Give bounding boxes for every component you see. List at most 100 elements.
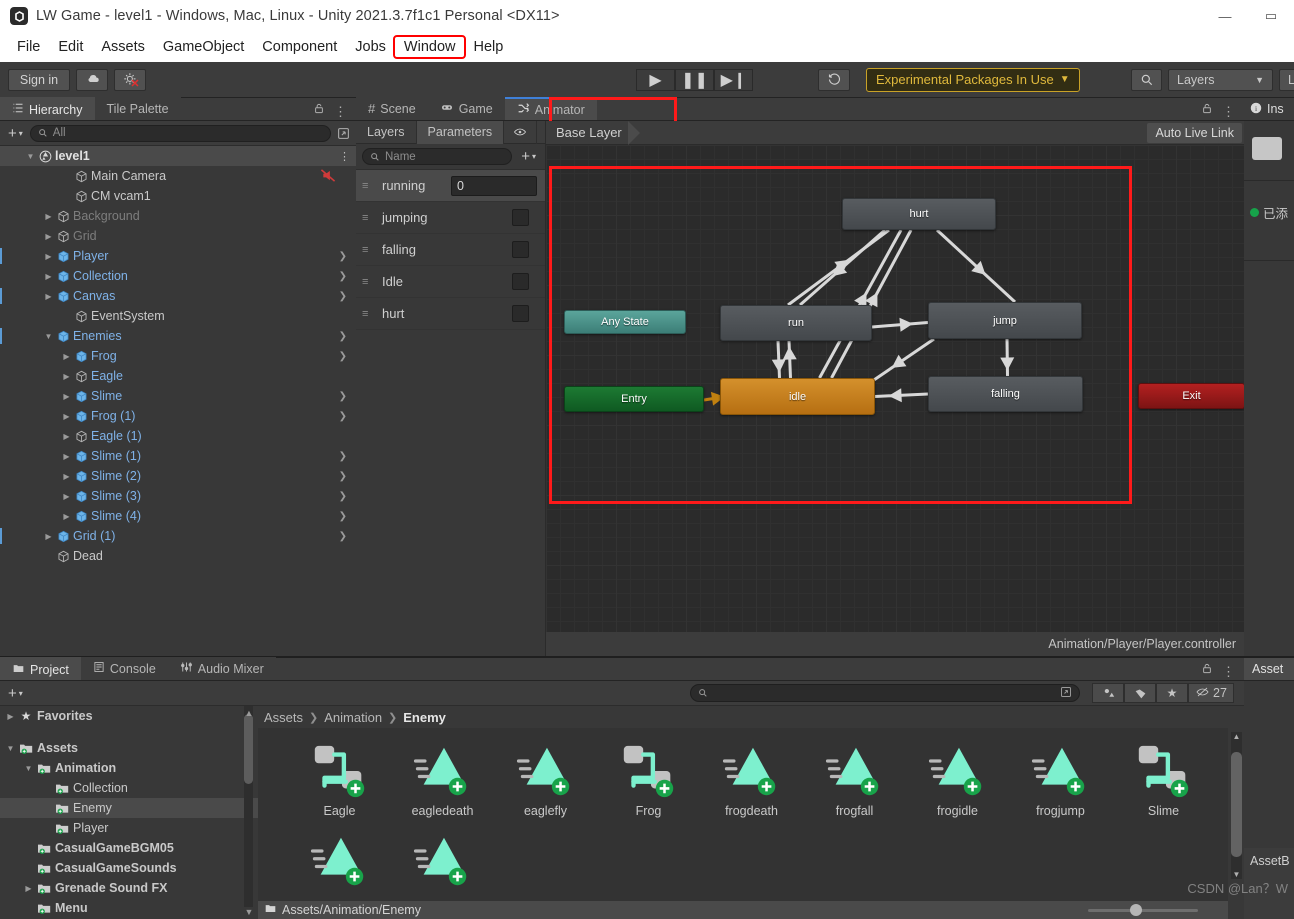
step-button[interactable]: ▶❙ [714,68,753,91]
hierarchy-item-slime-3-[interactable]: ▶ Slime (3) ❯ [0,486,356,506]
search-options-icon[interactable] [1060,686,1072,701]
twisty-icon[interactable]: ▶ [60,472,73,481]
twisty-icon[interactable]: ▼ [42,332,55,341]
parameter-checkbox[interactable] [512,209,529,226]
hierarchy-item-background[interactable]: ▶ Background [0,206,356,226]
hierarchy-item-slime[interactable]: ▶ Slime ❯ [0,386,356,406]
asset-item-slime[interactable]: Slime [1112,740,1215,818]
layers-dropdown[interactable]: Layers ▼ [1168,68,1273,91]
asset-item-frogdeath[interactable]: frogdeath [700,740,803,818]
asset-item-frogfall[interactable]: frogfall [803,740,906,818]
asset-item-frog[interactable]: Frog [597,740,700,818]
pause-button[interactable]: ❚❚ [675,68,714,91]
asset-item[interactable] [288,830,391,894]
drag-handle-icon[interactable]: ≡ [362,212,374,223]
hierarchy-item-collection[interactable]: ▶ Collection ❯ [0,266,356,286]
parameter-checkbox[interactable] [512,305,529,322]
tab-project[interactable]: Project [0,657,81,680]
chevron-right-icon[interactable]: ❯ [339,251,347,262]
lock-icon[interactable] [1201,102,1213,120]
twisty-icon[interactable]: ▶ [4,712,17,721]
twisty-icon[interactable]: ▼ [24,152,37,161]
project-tree-item-grenade-sound-fx[interactable]: ▶ Grenade Sound FX [0,878,258,898]
breadcrumb-item-animation[interactable]: Animation [324,710,382,725]
asset-item-frogjump[interactable]: frogjump [1009,740,1112,818]
twisty-icon[interactable]: ▶ [60,432,73,441]
chevron-right-icon[interactable]: ❯ [339,531,347,542]
search-icon[interactable] [1131,68,1162,91]
parameter-row-jumping[interactable]: ≡ jumping [356,202,545,234]
hierarchy-tree[interactable]: ▼ level1 ⋮ Main Camera CM vcam1 ▶ Background ▶ G… [0,146,356,656]
project-tree-item-enemy[interactable]: Enemy [0,798,258,818]
hierarchy-item-eagle-1-[interactable]: ▶ Eagle (1) [0,426,356,446]
add-gameobject-button[interactable]: + ▾ [5,125,26,142]
twisty-icon[interactable]: ▶ [60,492,73,501]
cloud-icon[interactable] [76,68,108,91]
animator-state-hurt[interactable]: hurt [842,198,996,230]
project-tree-item-favorites[interactable]: ▶ ★ Favorites [0,706,258,726]
favorites-star-icon[interactable]: ★ [1156,683,1188,703]
kebab-icon[interactable]: ⋮ [334,105,347,118]
lock-icon[interactable] [313,102,325,120]
hierarchy-item-slime-2-[interactable]: ▶ Slime (2) ❯ [0,466,356,486]
asset-grid-scrollbar-thumb[interactable] [1231,752,1242,857]
parameter-row-hurt[interactable]: ≡ hurt [356,298,545,330]
add-parameter-button[interactable]: + ▾ [518,148,539,165]
hierarchy-item-frog[interactable]: ▶ Frog ❯ [0,346,356,366]
scroll-down-arrow-icon[interactable]: ▼ [243,907,255,917]
drag-handle-icon[interactable]: ≡ [362,276,374,287]
hierarchy-item-grid[interactable]: ▶ Grid [0,226,356,246]
animator-state-idle[interactable]: idle [720,378,875,415]
kebab-icon[interactable]: ⋮ [1222,665,1235,678]
tab-audio-mixer[interactable]: Audio Mixer [167,657,276,680]
project-tree-item-casualgamesounds[interactable]: CasualGameSounds [0,858,258,878]
kebab-icon[interactable]: ⋮ [339,150,350,163]
experimental-packages-button[interactable]: Experimental Packages In Use ▼ [866,67,1080,92]
menu-item-jobs[interactable]: Jobs [346,37,395,57]
twisty-icon[interactable]: ▶ [42,252,55,261]
tab-hierarchy[interactable]: Hierarchy [0,97,95,120]
filter-type-icon[interactable] [1092,683,1124,703]
breadcrumb-item-assets[interactable]: Assets [264,710,303,725]
menu-item-file[interactable]: File [8,37,49,57]
create-asset-button[interactable]: + ▾ [5,685,26,702]
undo-history-icon[interactable] [818,68,850,91]
chevron-right-icon[interactable]: ❯ [339,391,347,402]
twisty-icon[interactable]: ▶ [60,512,73,521]
twisty-icon[interactable]: ▶ [42,272,55,281]
project-tree-item-collection[interactable]: Collection [0,778,258,798]
twisty-icon[interactable]: ▶ [60,412,73,421]
drag-handle-icon[interactable]: ≡ [362,308,374,319]
tab-tile-palette[interactable]: Tile Palette [94,97,181,120]
drag-handle-icon[interactable]: ≡ [362,180,374,191]
hierarchy-item-slime-1-[interactable]: ▶ Slime (1) ❯ [0,446,356,466]
parameter-row-falling[interactable]: ≡ falling [356,234,545,266]
twisty-icon[interactable]: ▼ [4,744,17,753]
hierarchy-item-dead[interactable]: Dead [0,546,356,566]
auto-live-link-button[interactable]: Auto Live Link [1147,122,1242,143]
chevron-right-icon[interactable]: ❯ [339,491,347,502]
chevron-right-icon[interactable]: ❯ [339,451,347,462]
tab-console[interactable]: Console [80,657,168,680]
parameter-value-input[interactable]: 0 [451,175,537,196]
chevron-right-icon[interactable]: ❯ [339,291,347,302]
menu-item-help[interactable]: Help [464,37,512,57]
subtab-parameters[interactable]: Parameters [416,120,505,144]
hierarchy-item-main-camera[interactable]: Main Camera [0,166,356,186]
zoom-slider-knob[interactable] [1130,904,1142,916]
chevron-right-icon[interactable]: ❯ [339,331,347,342]
asset-item[interactable] [391,830,494,894]
hierarchy-search-input[interactable]: All [29,124,331,142]
menu-item-gameobject[interactable]: GameObject [154,37,253,57]
animator-state-any-state[interactable]: Any State [564,310,686,334]
asset-zoom-slider[interactable] [1088,903,1198,917]
project-search-input[interactable] [690,684,1080,702]
twisty-icon[interactable]: ▼ [22,764,35,773]
scroll-up-arrow-icon[interactable]: ▲ [243,708,255,718]
project-tree-item-player[interactable]: Player [0,818,258,838]
parameter-search-input[interactable]: Name [362,148,513,165]
hierarchy-item-cm-vcam1[interactable]: CM vcam1 [0,186,356,206]
parameter-row-idle[interactable]: ≡ Idle [356,266,545,298]
hierarchy-item-frog-1-[interactable]: ▶ Frog (1) ❯ [0,406,356,426]
tab-game[interactable]: Game [427,97,505,120]
